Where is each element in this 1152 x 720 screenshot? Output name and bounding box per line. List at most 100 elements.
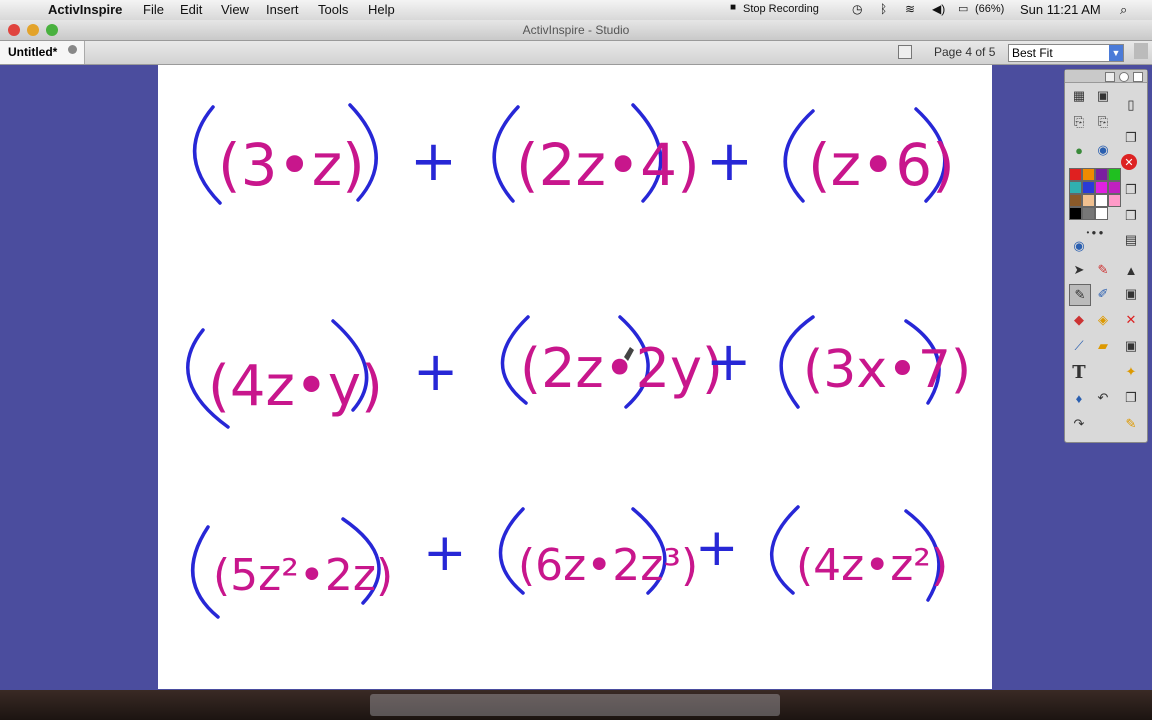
time-machine-icon[interactable]: ◷: [852, 2, 862, 16]
mac-menubar: ActivInspire File Edit View Insert Tools…: [0, 0, 1152, 21]
copy-icon[interactable]: ❐: [1121, 180, 1141, 200]
redo-icon[interactable]: ↷: [1069, 414, 1089, 434]
swatch-gray[interactable]: [1082, 207, 1095, 220]
clock[interactable]: Sun 11:21 AM: [1020, 2, 1101, 17]
battery-percent: (66%): [975, 3, 1005, 15]
plus-3: +: [413, 340, 458, 403]
swatch-red[interactable]: [1069, 168, 1082, 181]
magic-wand-icon[interactable]: ✦: [1121, 362, 1141, 382]
clear-icon[interactable]: ✕: [1121, 154, 1137, 170]
zoom-value: Best Fit: [1012, 46, 1053, 60]
pen-icon[interactable]: ✎: [1069, 284, 1091, 306]
toolbox-min-icon[interactable]: [1105, 72, 1115, 82]
menu-file[interactable]: File: [143, 2, 164, 17]
wifi-icon[interactable]: ≋: [905, 2, 915, 16]
keyboard-icon[interactable]: ▣: [1121, 336, 1141, 356]
tools-icon[interactable]: ✎: [1121, 414, 1141, 434]
swatch-teal[interactable]: [1069, 181, 1082, 194]
menu-edit[interactable]: Edit: [180, 2, 202, 17]
menu-help[interactable]: Help: [368, 2, 395, 17]
scroll-up-arrow[interactable]: [1134, 43, 1148, 59]
grid-icon[interactable]: ▤: [1121, 230, 1141, 250]
toolbox-titlebar[interactable]: [1065, 70, 1147, 83]
swatch-peach[interactable]: [1082, 194, 1095, 207]
record-icon[interactable]: ■: [730, 2, 736, 13]
connector-icon[interactable]: ⟋: [1069, 336, 1089, 356]
flipchart-canvas[interactable]: (3•z) + (2z•4) + (z•6) (4z•y) + (2z•2y) …: [158, 65, 992, 689]
swatch-magenta[interactable]: [1095, 181, 1108, 194]
magic-ink-icon[interactable]: ✎: [1093, 260, 1113, 280]
menu-app-name[interactable]: ActivInspire: [48, 2, 122, 17]
left-background-panel: [0, 65, 158, 689]
teacher-icon[interactable]: ▲: [1121, 260, 1141, 280]
notes-icon[interactable]: ❐: [1121, 388, 1141, 408]
mac-dock: [0, 690, 1152, 720]
menu-tools[interactable]: Tools: [318, 2, 348, 17]
swatch-blue[interactable]: [1082, 181, 1095, 194]
window-title: ActivInspire - Studio: [522, 23, 630, 37]
plus-5: +: [423, 523, 467, 583]
fill-icon[interactable]: ◈: [1093, 310, 1113, 330]
toolbox-close-icon[interactable]: [1133, 72, 1143, 82]
window-titlebar: ActivInspire - Studio: [0, 20, 1152, 41]
menu-view[interactable]: View: [221, 2, 249, 17]
plus-6: +: [695, 518, 739, 578]
expr-2-b: (2z•2y): [520, 337, 723, 400]
previous-page-icon[interactable]: ⎘: [1069, 112, 1089, 132]
globe-icon[interactable]: ◉: [1093, 140, 1113, 160]
expr-3-c: (4z•z²): [796, 540, 948, 591]
eraser-icon[interactable]: ◆: [1069, 310, 1089, 330]
plus-2: +: [706, 129, 753, 194]
swatch-lightpink[interactable]: [1108, 194, 1121, 207]
expr-3-b: (6z•2z³): [518, 540, 698, 591]
swatch-orange[interactable]: [1082, 168, 1095, 181]
spotlight-icon[interactable]: ⌕: [1120, 2, 1127, 18]
expr-1-c: (z•6): [808, 131, 955, 199]
delete-icon[interactable]: ✕: [1121, 310, 1141, 330]
page-indicator: Page 4 of 5: [934, 45, 996, 59]
undo-icon[interactable]: ↶: [1093, 388, 1113, 408]
chevron-down-icon[interactable]: ▼: [1109, 45, 1123, 61]
dock-icons[interactable]: [370, 694, 780, 716]
swatch-green[interactable]: [1108, 168, 1121, 181]
scrollbar-handle[interactable]: ▯: [1121, 90, 1141, 120]
battery-icon[interactable]: ▭: [958, 2, 968, 15]
menu-insert[interactable]: Insert: [266, 2, 299, 17]
doc-tab-label: Untitled*: [8, 45, 58, 59]
plus-1: +: [410, 129, 457, 194]
tab-untitled[interactable]: Untitled*: [0, 41, 85, 64]
toolbox-pin-icon[interactable]: [1119, 72, 1129, 82]
pen-width-slider[interactable]: ◉: [1069, 236, 1089, 256]
paren: [769, 505, 800, 595]
swatch-purple[interactable]: [1095, 168, 1108, 181]
highlighter-icon[interactable]: ✐: [1093, 284, 1113, 304]
main-menu-icon[interactable]: ▦: [1069, 86, 1089, 106]
clock-icon[interactable]: ●: [1069, 140, 1089, 160]
next-page-icon[interactable]: ⎘: [1093, 112, 1113, 132]
plus-4: +: [706, 330, 751, 393]
bluetooth-icon[interactable]: ᛒ: [880, 2, 887, 16]
zoom-select[interactable]: Best Fit ▼: [1008, 44, 1124, 62]
stop-recording[interactable]: Stop Recording: [743, 3, 819, 15]
paste-icon[interactable]: ❐: [1121, 206, 1141, 226]
expr-3-a: (5z²•2z): [213, 550, 393, 601]
revealer-icon[interactable]: ♦: [1069, 388, 1089, 408]
shape-icon[interactable]: ▰: [1093, 336, 1113, 356]
browsers-icon[interactable]: ▣: [1093, 86, 1113, 106]
main-toolbox: ▦ ▣ ▯ ⎘ ⎘ ❐ ● ◉ ✕ ❐ ❐ • ● ● ▤ ◉ ➤ ✎ ▲ ✎ …: [1064, 69, 1148, 443]
select-arrow-icon[interactable]: ➤: [1069, 260, 1089, 280]
text-tool-icon[interactable]: T: [1069, 362, 1089, 383]
swatch-white[interactable]: [1095, 194, 1108, 207]
swatch-white-2[interactable]: [1095, 207, 1108, 220]
volume-icon[interactable]: ◀): [932, 2, 945, 16]
expr-1-b: (2z•4): [516, 131, 700, 199]
page-browser-icon[interactable]: [898, 45, 912, 59]
paren: [192, 105, 222, 205]
swatch-brown[interactable]: [1069, 194, 1082, 207]
close-tab-icon[interactable]: [68, 45, 77, 54]
swatch-black[interactable]: [1069, 207, 1082, 220]
page-icon[interactable]: ❐: [1121, 128, 1141, 148]
swatch-pink[interactable]: [1108, 181, 1121, 194]
camera-icon[interactable]: ▣: [1121, 284, 1141, 304]
paren: [492, 105, 520, 203]
